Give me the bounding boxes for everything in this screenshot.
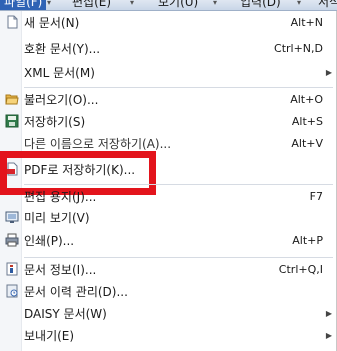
chevron-down-icon: ▾ bbox=[213, 0, 218, 7]
menu-item-new-document[interactable]: 새 문서(N) Alt+N bbox=[0, 12, 337, 34]
chevron-down-icon: ▾ bbox=[47, 0, 52, 7]
menu-item-shortcut: Alt+V bbox=[291, 137, 323, 150]
submenu-arrow-icon: ▶ bbox=[325, 331, 332, 340]
menu-item-document-history[interactable]: 문서 이력 관리(D)... bbox=[0, 281, 337, 303]
save-disk-icon bbox=[5, 114, 19, 128]
menu-item-daisy-document[interactable]: DAISY 문서(W) ▶ bbox=[0, 303, 337, 325]
menu-item-shortcut: F7 bbox=[309, 190, 323, 203]
menu-item-open[interactable]: 불러오기(O)... Alt+O bbox=[0, 89, 337, 111]
history-icon bbox=[6, 284, 18, 298]
menu-item-label: XML 문서(M) bbox=[24, 66, 95, 80]
menu-item-label: 인쇄(P)... bbox=[24, 234, 75, 248]
file-menu-dropdown: 새 문서(N) Alt+N 호환 문서(Y)... Ctrl+N,D XML 문… bbox=[0, 11, 337, 351]
menu-item-label: 호환 문서(Y)... bbox=[24, 42, 101, 56]
menu-item-shortcut: Ctrl+Q,I bbox=[278, 263, 323, 276]
menu-item-label: 다른 이름으로 저장하기(A)... bbox=[24, 137, 172, 151]
submenu-arrow-icon: ▶ bbox=[325, 309, 332, 318]
menu-format[interactable]: 서식 bbox=[318, 0, 337, 10]
info-document-icon bbox=[6, 262, 18, 276]
menu-view[interactable]: 보기(U) bbox=[158, 0, 198, 10]
menu-item-document-info[interactable]: 문서 정보(I)... Ctrl+Q,I bbox=[0, 259, 337, 281]
menu-separator bbox=[24, 257, 333, 258]
menu-file[interactable]: 파일(F) bbox=[0, 0, 47, 10]
menubar: 파일(F) ▾ 편집(E) ▾ 보기(U) ▾ 입력(D) ▾ 서식 bbox=[0, 0, 337, 11]
menu-item-label: 문서 정보(I)... bbox=[24, 263, 97, 277]
menu-item-page-setup[interactable]: 편집 용지(J)... F7 bbox=[0, 186, 337, 208]
menu-item-label: 불러오기(O)... bbox=[24, 93, 99, 107]
new-document-icon bbox=[7, 15, 18, 29]
menu-item-shortcut: Alt+S bbox=[291, 115, 323, 128]
menu-insert[interactable]: 입력(D) bbox=[240, 0, 281, 10]
menu-item-shortcut: Alt+N bbox=[290, 16, 323, 29]
preview-monitor-icon bbox=[5, 211, 19, 223]
menu-item-label: 보내기(E) bbox=[24, 329, 75, 343]
menu-separator bbox=[24, 87, 333, 88]
menu-item-shortcut: Ctrl+N,D bbox=[274, 42, 323, 55]
menu-item-shortcut: Alt+O bbox=[290, 93, 323, 106]
menu-item-xml-document[interactable]: XML 문서(M) ▶ bbox=[0, 62, 337, 84]
menu-item-shortcut: Alt+P bbox=[292, 234, 323, 247]
menu-item-save[interactable]: 저장하기(S) Alt+S bbox=[0, 111, 337, 133]
menu-item-label: 문서 이력 관리(D)... bbox=[24, 285, 128, 299]
menu-item-print[interactable]: 인쇄(P)... Alt+P bbox=[0, 230, 337, 252]
menu-item-label: 저장하기(S) bbox=[24, 115, 86, 129]
submenu-arrow-icon: ▶ bbox=[325, 68, 332, 77]
menu-item-compatible-document[interactable]: 호환 문서(Y)... Ctrl+N,D bbox=[0, 38, 337, 60]
menu-item-label: DAISY 문서(W) bbox=[24, 307, 107, 321]
chevron-down-icon: ▾ bbox=[297, 0, 302, 7]
menu-item-label: 새 문서(N) bbox=[24, 16, 80, 30]
folder-open-icon bbox=[5, 94, 19, 105]
printer-icon bbox=[5, 233, 19, 247]
menu-item-label: 미리 보기(V) bbox=[24, 211, 90, 225]
menu-item-send[interactable]: 보내기(E) ▶ bbox=[0, 325, 337, 347]
chevron-down-icon: ▾ bbox=[130, 0, 135, 7]
menu-edit[interactable]: 편집(E) bbox=[72, 0, 111, 10]
menu-item-print-preview[interactable]: 미리 보기(V) bbox=[0, 207, 337, 229]
menu-item-label: 편집 용지(J)... bbox=[24, 190, 97, 204]
menu-separator bbox=[24, 184, 333, 185]
